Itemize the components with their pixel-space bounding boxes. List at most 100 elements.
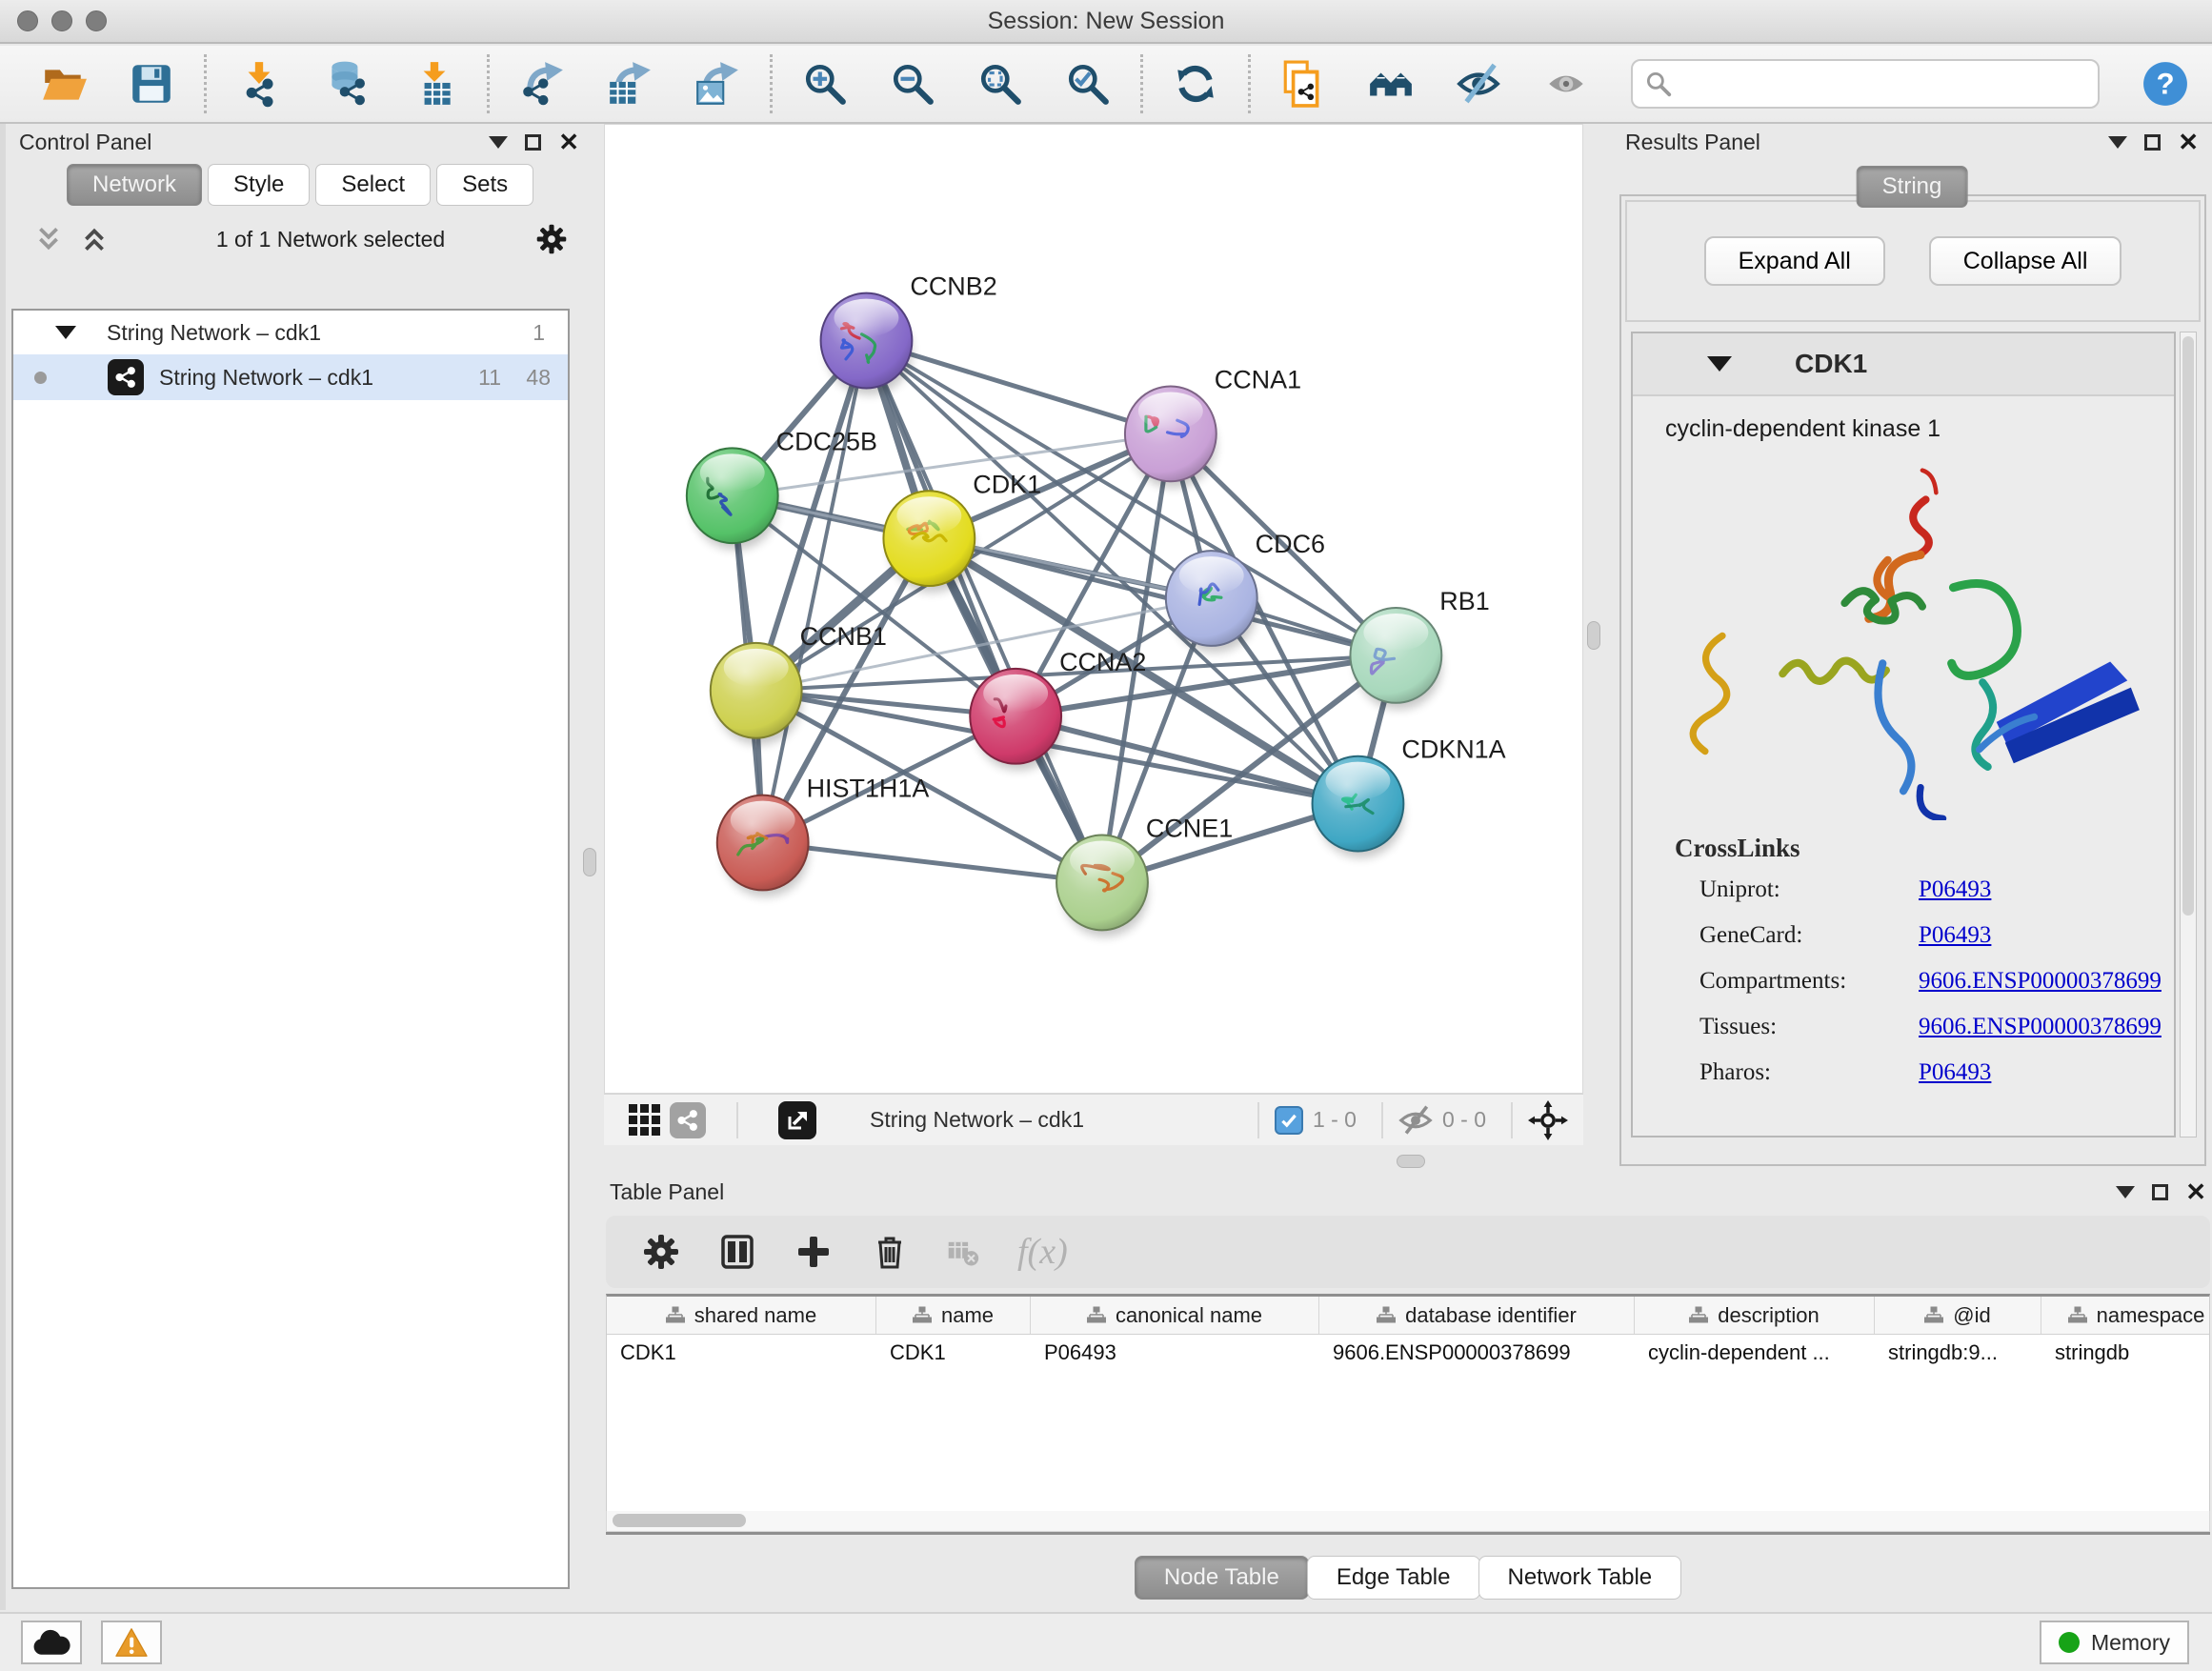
table-options-gear-icon[interactable]	[642, 1233, 680, 1271]
column-header--id[interactable]: @id	[1875, 1297, 2041, 1334]
table-row[interactable]: CDK1CDK1P064939606.ENSP00000378699cyclin…	[607, 1335, 2209, 1373]
show-all-icon[interactable]	[1542, 60, 1590, 108]
column-header-name[interactable]: name	[876, 1297, 1031, 1334]
tab-style[interactable]: Style	[208, 164, 310, 206]
tab-node-table[interactable]: Node Table	[1135, 1556, 1309, 1600]
network-node-CCNB2[interactable]: CCNB2	[821, 272, 997, 395]
table-float-icon[interactable]	[2152, 1184, 2168, 1200]
network-view[interactable]: CCNB2CCNA1CDC25BCDK1CDC6RB1CCNB1CCNA2CDK…	[604, 124, 1583, 1094]
zoom-in-icon[interactable]	[801, 60, 849, 108]
collapse-all-networks-icon[interactable]	[34, 225, 63, 253]
crosslink-link[interactable]: P06493	[1919, 922, 1991, 949]
first-neighbors-icon[interactable]	[1367, 60, 1415, 108]
export-image-icon[interactable]	[694, 60, 741, 108]
horizontal-splitter-handle[interactable]	[1397, 1155, 1425, 1168]
network-edge-HIST1H1A-CCNE1[interactable]	[763, 843, 1102, 883]
network-node-HIST1H1A[interactable]: HIST1H1A	[717, 775, 930, 897]
column-header-namespace[interactable]: namespace	[2041, 1297, 2210, 1334]
open-in-new-window-icon[interactable]	[778, 1101, 816, 1139]
column-header-shared-name[interactable]: shared name	[607, 1297, 876, 1334]
table-cell[interactable]: stringdb	[2041, 1335, 2210, 1373]
protein-collapse-icon[interactable]	[1707, 356, 1732, 372]
network-node-CCNA1[interactable]: CCNA1	[1125, 365, 1301, 488]
show-columns-icon[interactable]	[718, 1233, 756, 1271]
tab-select[interactable]: Select	[315, 164, 431, 206]
export-table-icon[interactable]	[606, 60, 654, 108]
hide-selected-icon[interactable]	[1455, 60, 1502, 108]
table-cell[interactable]: cyclin-dependent ...	[1635, 1335, 1875, 1373]
new-network-from-selection-icon[interactable]	[1279, 60, 1327, 108]
network-node-CDKN1A[interactable]: CDKN1A	[1313, 735, 1506, 858]
network-node-RB1[interactable]: RB1	[1350, 587, 1489, 710]
table-close-icon[interactable]: ✕	[2185, 1179, 2206, 1204]
column-header-canonical-name[interactable]: canonical name	[1031, 1297, 1319, 1334]
table-cell[interactable]: 9606.ENSP00000378699	[1319, 1335, 1635, 1373]
results-scrollbar[interactable]	[2180, 332, 2197, 1137]
open-session-icon[interactable]	[40, 60, 88, 108]
crosslink-link[interactable]: 9606.ENSP00000378699	[1919, 1014, 2162, 1040]
network-node-CCNE1[interactable]: CCNE1	[1056, 815, 1233, 937]
results-float-icon[interactable]	[2144, 134, 2161, 151]
search-input[interactable]	[1673, 71, 2086, 96]
column-header-description[interactable]: description	[1635, 1297, 1875, 1334]
panel-menu-icon[interactable]	[489, 136, 508, 149]
crosslink-link[interactable]: 9606.ENSP00000378699	[1919, 968, 2162, 995]
network-node-CDK1[interactable]: CDK1	[883, 470, 1041, 593]
import-table-file-icon[interactable]	[411, 60, 458, 108]
zoom-fit-icon[interactable]	[976, 60, 1024, 108]
tab-network-table[interactable]: Network Table	[1478, 1556, 1682, 1600]
selected-checkbox-icon[interactable]	[1275, 1106, 1303, 1135]
right-splitter-handle[interactable]	[1587, 621, 1600, 650]
left-splitter-handle[interactable]	[583, 848, 596, 876]
table-cell[interactable]: stringdb:9...	[1875, 1335, 2041, 1373]
import-network-file-icon[interactable]	[235, 60, 283, 108]
results-close-icon[interactable]: ✕	[2178, 130, 2199, 154]
network-node-label: RB1	[1439, 587, 1489, 615]
network-collection-row[interactable]: String Network – cdk1 1	[13, 311, 568, 354]
network-edge-CCNB2-HIST1H1A[interactable]	[763, 341, 867, 843]
expand-all-button[interactable]: Expand All	[1704, 236, 1885, 286]
table-cell[interactable]: CDK1	[876, 1335, 1031, 1373]
network-options-gear-icon[interactable]	[535, 223, 568, 255]
table-horizontal-scrollbar[interactable]	[606, 1511, 2210, 1532]
help-icon[interactable]: ?	[2142, 60, 2189, 108]
fit-content-crosshair-icon[interactable]	[1528, 1100, 1568, 1140]
panel-float-icon[interactable]	[525, 134, 541, 151]
warnings-button[interactable]	[101, 1621, 162, 1664]
column-header-database-identifier[interactable]: database identifier	[1319, 1297, 1635, 1334]
create-column-icon[interactable]	[794, 1233, 833, 1271]
results-menu-icon[interactable]	[2108, 136, 2127, 149]
zoom-out-icon[interactable]	[889, 60, 936, 108]
panel-close-icon[interactable]: ✕	[558, 130, 579, 154]
tab-string[interactable]: String	[1857, 166, 1968, 208]
memory-button[interactable]: Memory	[2040, 1621, 2189, 1664]
zoom-selected-icon[interactable]	[1064, 60, 1112, 108]
network-node-CDC6[interactable]: CDC6	[1166, 530, 1325, 653]
network-edge-CDK1-RB1[interactable]	[929, 538, 1396, 655]
delete-column-icon[interactable]	[871, 1233, 909, 1271]
crosslink-link[interactable]: P06493	[1919, 876, 1991, 903]
table-menu-icon[interactable]	[2116, 1186, 2135, 1198]
collapse-all-button[interactable]: Collapse All	[1929, 236, 2122, 286]
table-cell[interactable]: CDK1	[607, 1335, 876, 1373]
tab-sets[interactable]: Sets	[436, 164, 533, 206]
network-row-selected[interactable]: String Network – cdk1 11 48	[13, 354, 568, 400]
network-edge-CCNB2-CCNA1[interactable]	[866, 341, 1170, 434]
tab-edge-table[interactable]: Edge Table	[1307, 1556, 1480, 1600]
birds-eye-view-icon[interactable]	[629, 1104, 660, 1136]
refresh-icon[interactable]	[1172, 60, 1219, 108]
crosslink-label: Tissues:	[1699, 1014, 1919, 1040]
protein-section-header[interactable]: CDK1	[1633, 333, 2174, 396]
crosslink-link[interactable]: P06493	[1919, 1059, 1991, 1086]
network-share-icon[interactable]	[670, 1102, 706, 1138]
network-canvas[interactable]: CCNB2CCNA1CDC25BCDK1CDC6RB1CCNB1CCNA2CDK…	[605, 125, 1582, 1093]
hidden-eye-icon	[1398, 1103, 1433, 1137]
collection-expander-icon[interactable]	[55, 326, 76, 339]
expand-all-networks-icon[interactable]	[80, 225, 109, 253]
export-network-icon[interactable]	[518, 60, 566, 108]
cloud-button[interactable]	[21, 1621, 82, 1664]
tab-network[interactable]: Network	[67, 164, 202, 206]
import-network-database-icon[interactable]	[323, 60, 371, 108]
table-cell[interactable]: P06493	[1031, 1335, 1319, 1373]
save-session-icon[interactable]	[128, 60, 175, 108]
